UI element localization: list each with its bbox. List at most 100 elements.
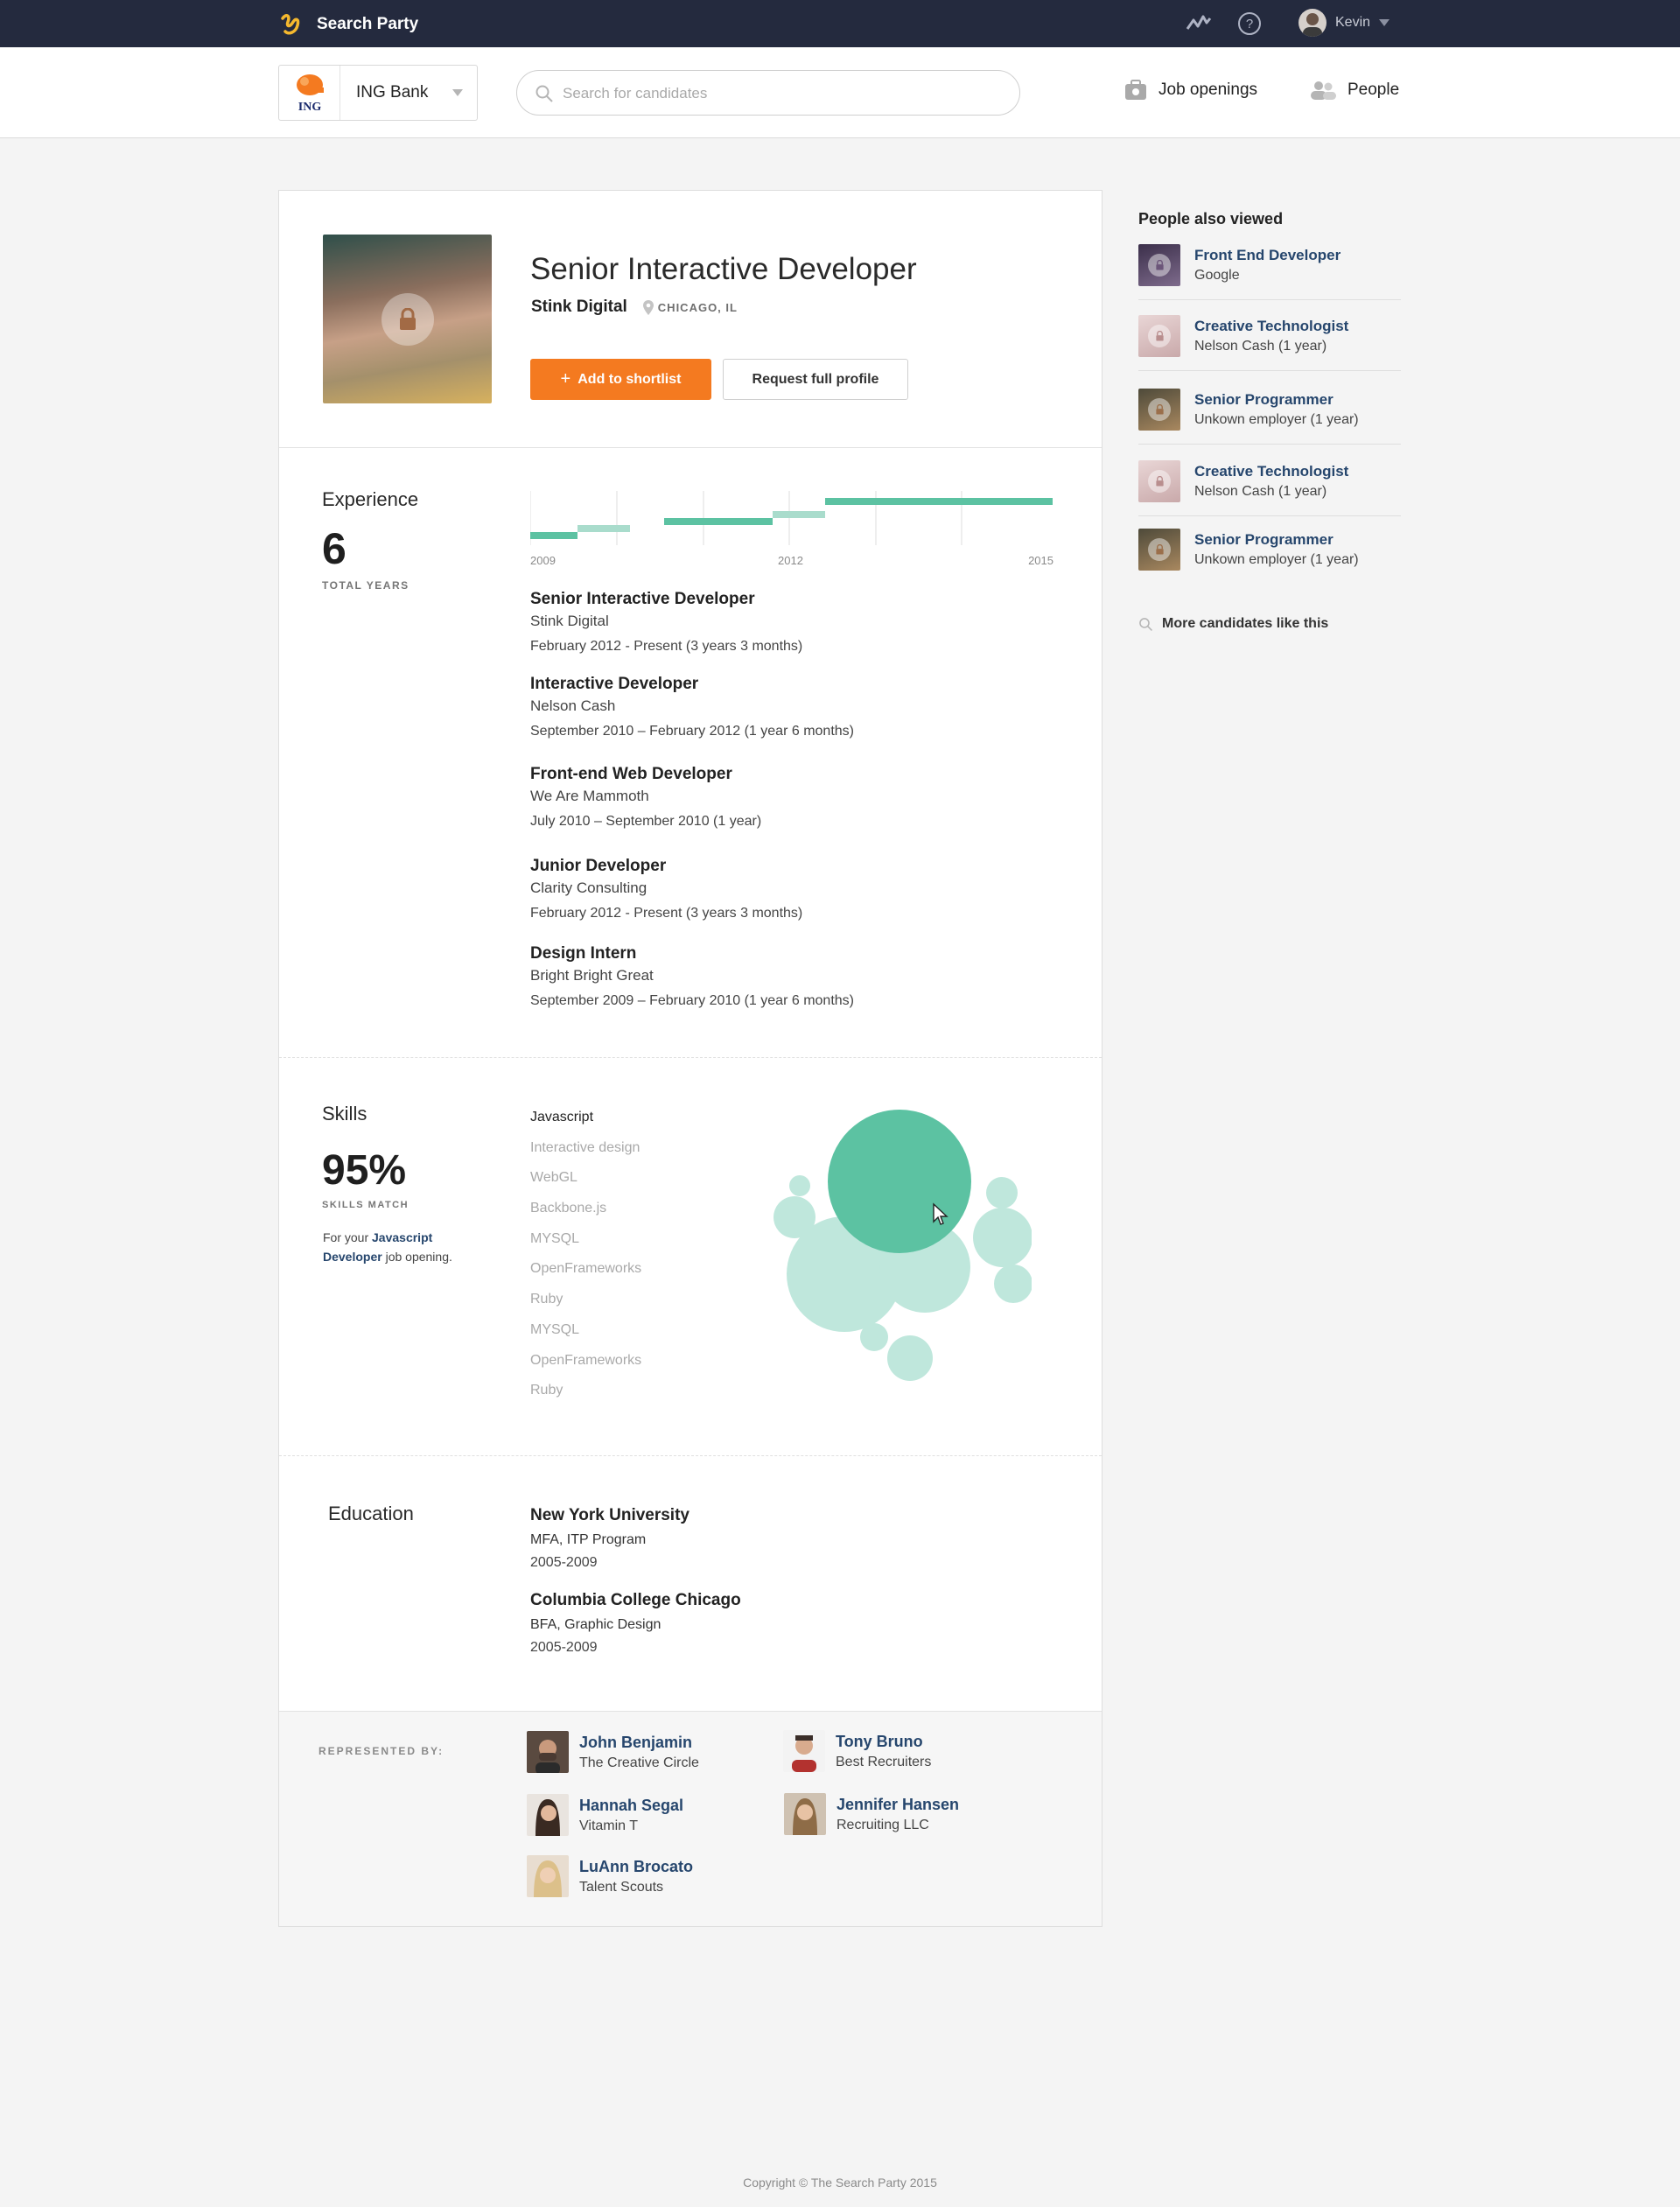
experience-title: Junior Developer (530, 857, 667, 875)
search-input[interactable] (563, 81, 1000, 106)
request-full-profile-button[interactable]: Request full profile (723, 359, 908, 400)
lock-icon (1155, 475, 1164, 486)
skill-item[interactable]: Ruby (530, 1292, 641, 1322)
candidate-thumbnail (1138, 459, 1180, 502)
user-name: Kevin (1335, 15, 1371, 30)
more-candidates-link[interactable]: More candidates like this (1138, 616, 1328, 632)
skill-bubble (860, 1323, 888, 1351)
company-logo-text: ING (298, 101, 321, 114)
represented-by-label: REPRESENTED BY: (318, 1745, 444, 1757)
timeline-axis-label: 2015 (1028, 554, 1054, 567)
recruiter-org: The Creative Circle (579, 1755, 699, 1770)
recruiter-card[interactable]: Jennifer Hansen Recruiting LLC (784, 1793, 959, 1835)
skill-item[interactable]: Interactive design (530, 1140, 641, 1171)
recruiter-org: Recruiting LLC (836, 1817, 929, 1832)
similar-candidate-item[interactable]: Senior Programmer Unkown employer (1 year… (1138, 375, 1401, 445)
recruiter-org: Best Recruiters (836, 1754, 932, 1769)
plus-icon: + (560, 369, 571, 389)
similar-candidate-item[interactable]: Front End Developer Google (1138, 230, 1401, 300)
experience-dates: July 2010 – September 2010 (1 year) (530, 814, 762, 829)
add-to-shortlist-button[interactable]: + Add to shortlist (530, 359, 711, 400)
skill-item[interactable]: WebGL (530, 1170, 641, 1201)
timeline-bar (825, 498, 1053, 505)
skill-item[interactable]: OpenFrameworks (530, 1261, 641, 1292)
timeline-bar (773, 511, 825, 518)
pulse-icon[interactable] (1186, 11, 1212, 34)
company-switcher[interactable]: ING ING Bank (278, 65, 478, 121)
candidate-profile-card: Senior Interactive Developer Stink Digit… (278, 190, 1102, 1927)
experience-dates: September 2010 – February 2012 (1 year 6… (530, 724, 854, 739)
divider (279, 447, 1102, 448)
candidate-job-title: Senior Interactive Developer (530, 252, 917, 286)
header: ING ING Bank Job openings People (0, 47, 1680, 138)
candidate-thumbnail (1138, 314, 1180, 357)
experience-title: Senior Interactive Developer (530, 590, 755, 608)
education-years: 2005-2009 (530, 1640, 598, 1655)
experience-dates: February 2012 - Present (3 years 3 month… (530, 906, 803, 921)
similar-candidate-org: Unkown employer (1 year) (1194, 411, 1359, 427)
similar-candidate-org: Google (1194, 267, 1240, 283)
experience-timeline-chart: 2009 2012 2015 (530, 491, 1054, 567)
candidate-thumbnail (1138, 243, 1180, 286)
help-icon[interactable]: ? (1237, 11, 1262, 36)
skill-item[interactable]: Javascript (530, 1110, 641, 1140)
timeline-bar (664, 518, 773, 525)
similar-candidate-item[interactable]: Senior Programmer Unkown employer (1 year… (1138, 515, 1401, 585)
experience-item: Design Intern Bright Bright Great Septem… (530, 944, 854, 1009)
skill-bubble (774, 1196, 816, 1238)
search-box[interactable] (516, 70, 1020, 116)
avatar (527, 1794, 569, 1836)
avatar (1298, 9, 1326, 37)
search-party-logo-icon (281, 14, 300, 35)
education-program: MFA, ITP Program (530, 1532, 647, 1547)
people-also-viewed: People also viewed Front End Developer Go… (1138, 210, 1401, 631)
recruiter-name: LuAnn Brocato (579, 1857, 693, 1875)
lock-icon (1155, 403, 1164, 414)
skill-item[interactable]: MYSQL (530, 1322, 641, 1353)
company-name: ING Bank (356, 83, 429, 102)
skill-item[interactable]: OpenFrameworks (530, 1353, 641, 1384)
skills-heading: Skills (322, 1103, 368, 1125)
candidate-photo (323, 235, 492, 403)
experience-heading: Experience (322, 488, 419, 510)
experience-company: Clarity Consulting (530, 879, 648, 896)
recruiter-name: Hannah Segal (579, 1796, 684, 1814)
candidate-thumbnail (1138, 388, 1180, 431)
experience-company: Bright Bright Great (530, 967, 654, 984)
skills-bubble-chart[interactable] (752, 1101, 1032, 1390)
nav-people[interactable]: People (1309, 79, 1399, 102)
recruiter-name: Tony Bruno (836, 1732, 923, 1750)
skills-list: Javascript Interactive design WebGL Back… (530, 1110, 641, 1413)
skills-match-description: For your Javascript Developer job openin… (323, 1230, 452, 1264)
avatar (527, 1855, 569, 1897)
user-menu[interactable]: Kevin (1298, 9, 1390, 37)
divider (279, 1057, 1102, 1058)
education-school: New York University (530, 1506, 690, 1524)
nav-job-openings[interactable]: Job openings (1124, 79, 1257, 102)
total-years-label: TOTAL YEARS (322, 579, 410, 592)
skill-item[interactable]: Backbone.js (530, 1201, 641, 1231)
footer-copyright: Copyright © The Search Party 2015 (743, 2175, 937, 2189)
nav-job-openings-label: Job openings (1158, 81, 1258, 99)
location-pin-icon (642, 299, 654, 315)
recruiter-card[interactable]: Hannah Segal Vitamin T (527, 1794, 683, 1836)
lock-icon (1155, 330, 1164, 340)
brand[interactable]: Search Party (278, 11, 418, 39)
experience-item: Front-end Web Developer We Are Mammoth J… (530, 765, 761, 830)
recruiter-card[interactable]: John Benjamin The Creative Circle (527, 1731, 699, 1773)
education-heading: Education (328, 1503, 414, 1524)
recruiter-card[interactable]: Tony Bruno Best Recruiters (783, 1730, 931, 1772)
similar-candidate-title: Senior Programmer (1194, 390, 1334, 408)
candidate-company-line: Stink Digital CHICAGO, IL (531, 298, 738, 317)
search-icon (536, 85, 553, 102)
timeline-axis-label: 2012 (778, 554, 803, 567)
top-bar: Search Party ? Kevin (0, 0, 1680, 47)
similar-candidate-item[interactable]: Creative Technologist Nelson Cash (1 year… (1138, 301, 1401, 371)
recruiter-name: Jennifer Hansen (836, 1795, 960, 1813)
recruiter-card[interactable]: LuAnn Brocato Talent Scouts (527, 1855, 693, 1897)
experience-company: Nelson Cash (530, 697, 616, 714)
similar-candidate-item[interactable]: Creative Technologist Nelson Cash (1 year… (1138, 446, 1401, 516)
timeline-bar (530, 532, 578, 539)
skill-item[interactable]: MYSQL (530, 1231, 641, 1262)
skill-item[interactable]: Ruby (530, 1383, 641, 1413)
